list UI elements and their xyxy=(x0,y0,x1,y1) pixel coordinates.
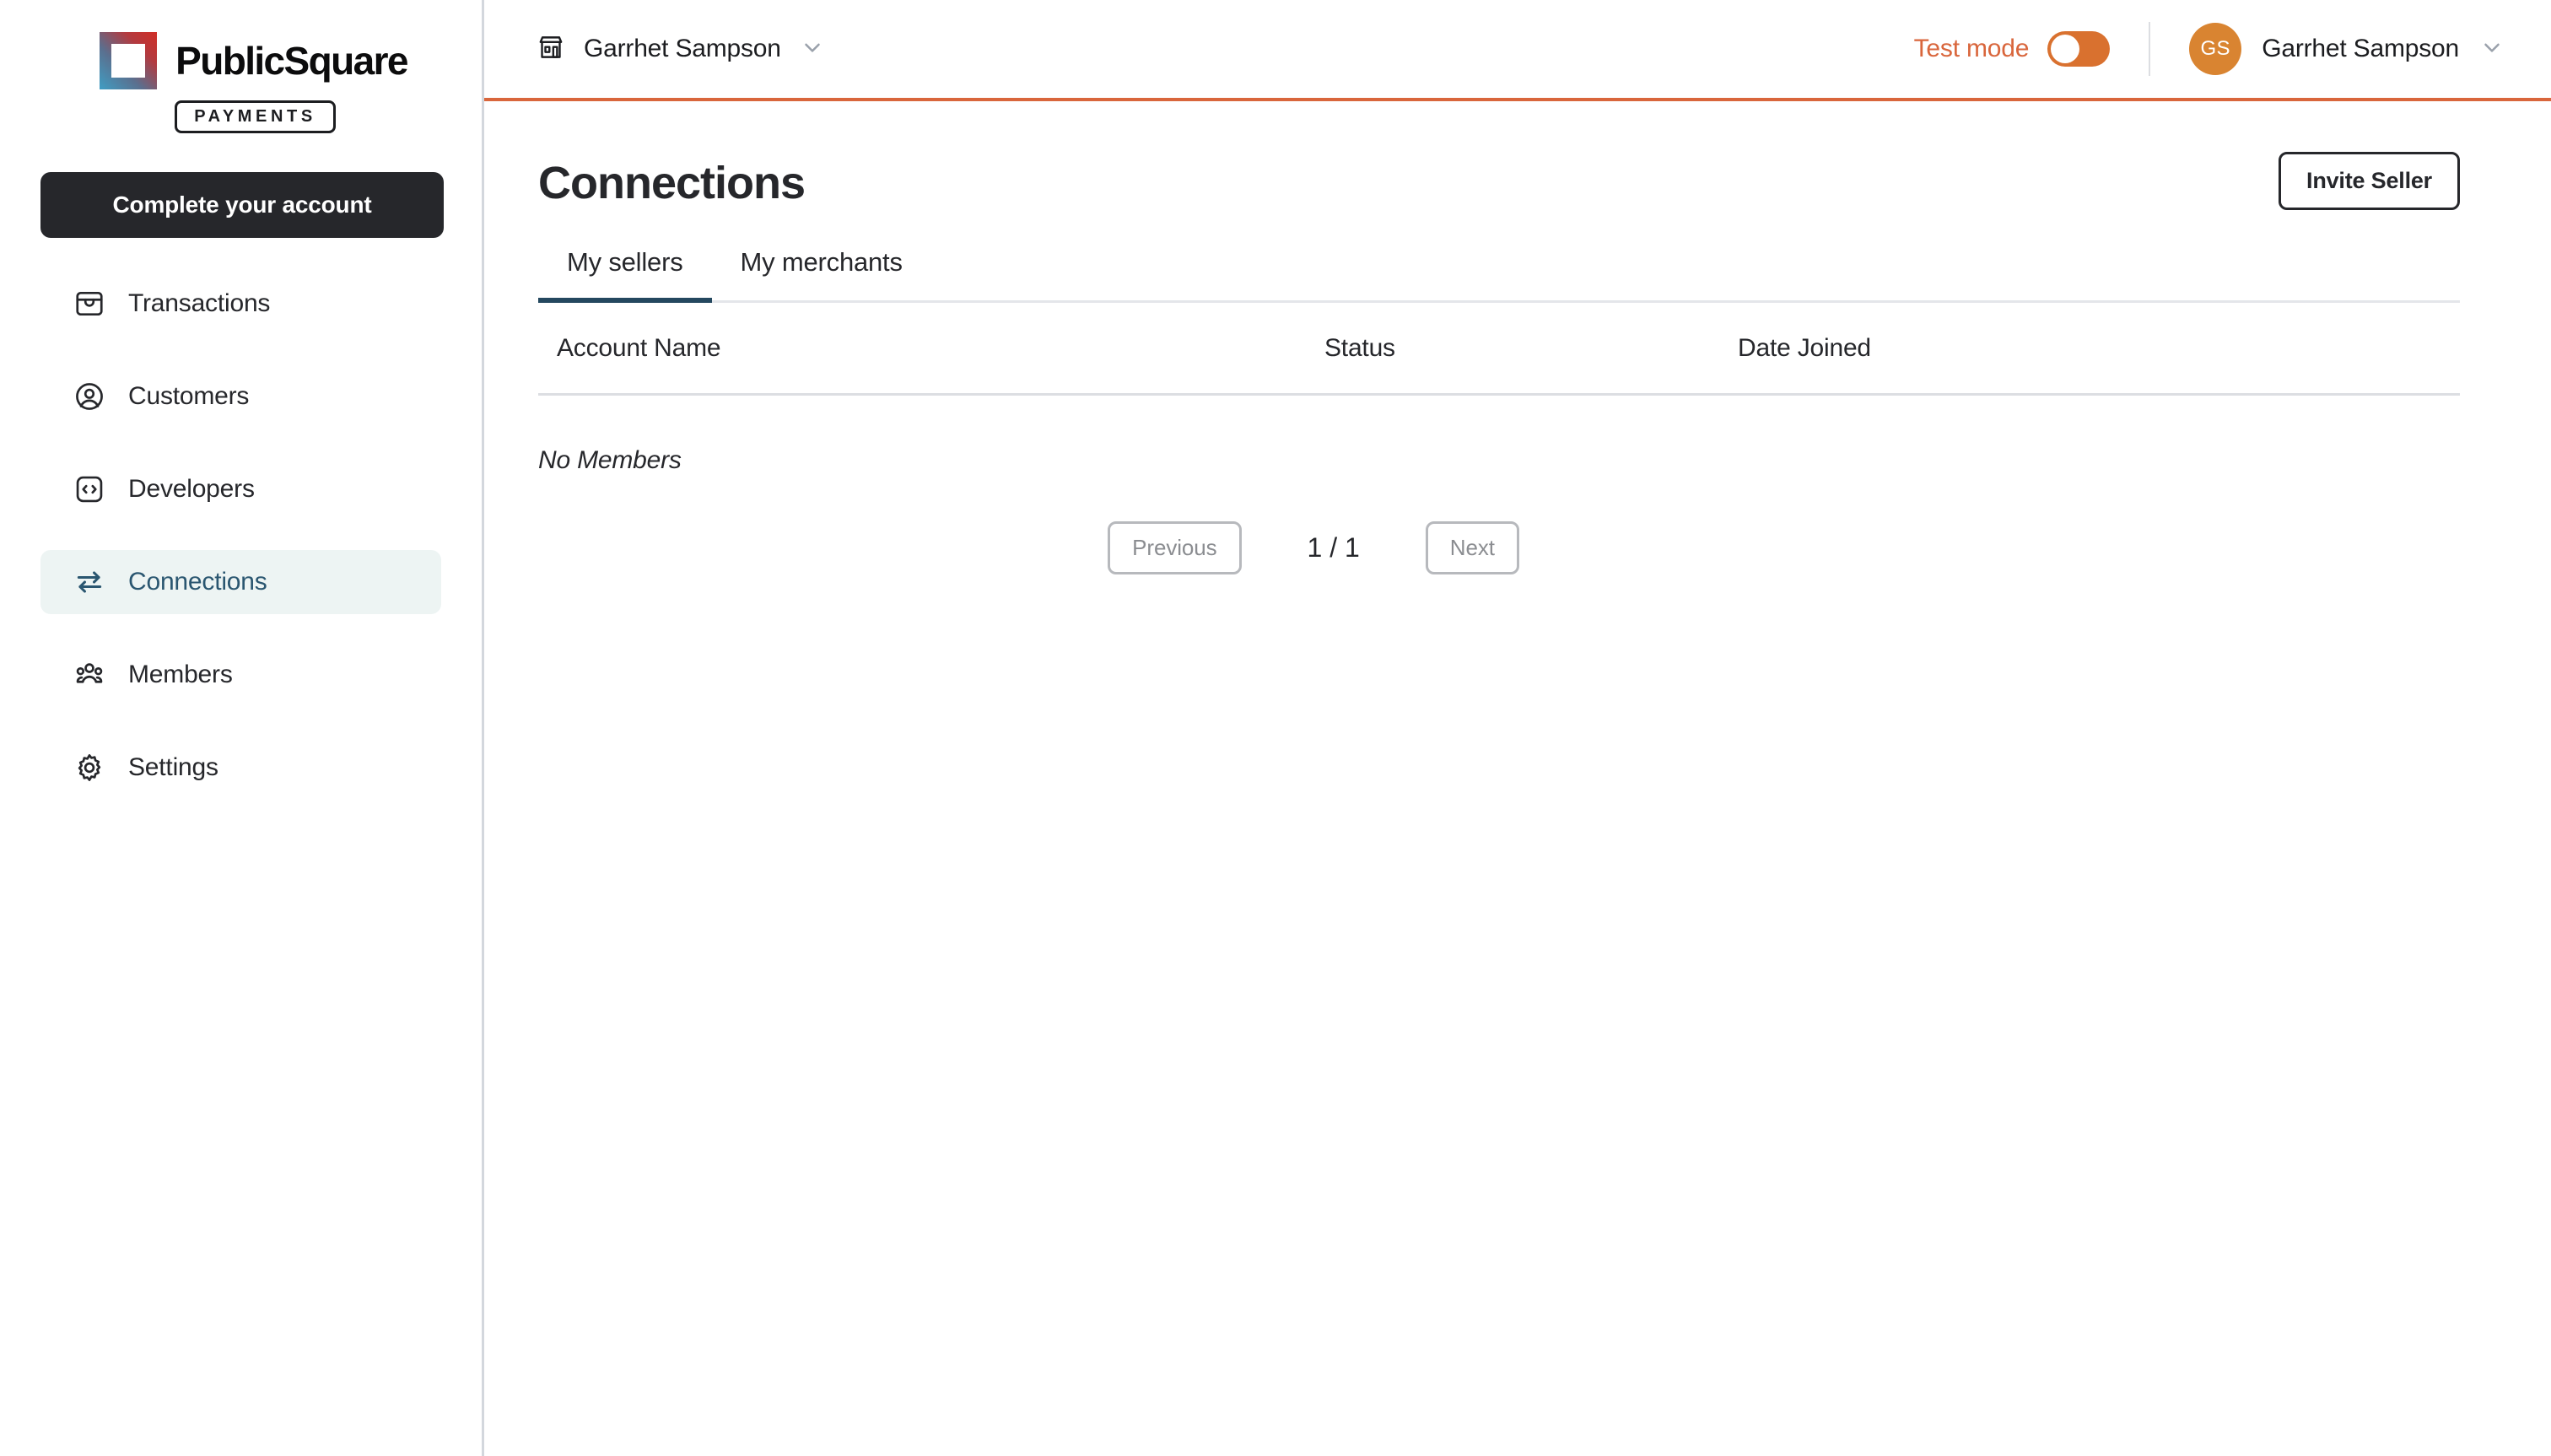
sidebar-item-label: Customers xyxy=(128,382,250,410)
store-switcher[interactable]: Garrhet Sampson xyxy=(537,33,825,66)
brand-row: PublicSquare xyxy=(100,32,408,89)
brand-name: PublicSquare xyxy=(175,39,408,83)
sidebar-item-customers[interactable]: Customers xyxy=(40,364,441,429)
gradient-square-logo-icon xyxy=(100,32,158,89)
sidebar-item-label: Developers xyxy=(128,475,255,503)
complete-your-account-button[interactable]: Complete your account xyxy=(40,172,444,238)
main-area: Garrhet Sampson Test mode GS Garrhet Sam… xyxy=(484,0,2551,1456)
previous-page-button[interactable]: Previous xyxy=(1108,521,1242,574)
chevron-down-icon xyxy=(800,35,825,64)
store-name: Garrhet Sampson xyxy=(584,35,781,62)
sidebar-item-connections[interactable]: Connections xyxy=(40,550,441,614)
topbar: Garrhet Sampson Test mode GS Garrhet Sam… xyxy=(484,0,2551,101)
column-header-status: Status xyxy=(1324,333,1395,362)
sidebar-item-label: Transactions xyxy=(128,289,271,317)
sidebar-item-settings[interactable]: Settings xyxy=(40,736,441,800)
code-brackets-icon xyxy=(73,472,106,506)
inbox-icon xyxy=(73,287,106,321)
user-name: Garrhet Sampson xyxy=(2262,35,2459,62)
sidebar-item-developers[interactable]: Developers xyxy=(40,457,441,521)
test-mode-label: Test mode xyxy=(1913,35,2030,62)
chevron-down-icon xyxy=(2479,35,2505,64)
topbar-divider xyxy=(2149,22,2151,76)
test-mode-toggle-group[interactable]: Test mode xyxy=(1914,31,2111,67)
app-root: PublicSquare PAYMENTS Complete your acco… xyxy=(0,0,2551,1456)
page-header: Connections Invite Seller xyxy=(538,152,2460,210)
toggle-knob xyxy=(2051,35,2080,63)
sidebar-item-label: Members xyxy=(128,661,233,688)
invite-seller-button[interactable]: Invite Seller xyxy=(2279,152,2460,210)
brand-logo[interactable]: PublicSquare PAYMENTS xyxy=(0,32,482,133)
tabs: My sellers My merchants xyxy=(538,247,2460,303)
test-mode-toggle[interactable] xyxy=(2047,31,2111,67)
logo-inner-square xyxy=(111,44,146,78)
users-group-icon xyxy=(73,658,106,692)
transfer-arrows-icon xyxy=(73,565,106,599)
tab-my-sellers[interactable]: My sellers xyxy=(538,247,712,303)
user-circle-icon xyxy=(73,380,106,413)
sidebar-nav: Transactions Customers Developers Connec… xyxy=(0,272,482,828)
tab-my-merchants[interactable]: My merchants xyxy=(712,247,931,303)
sidebar-item-label: Connections xyxy=(128,568,267,596)
column-header-date-joined: Date Joined xyxy=(1738,333,1871,362)
topbar-right: Test mode GS Garrhet Sampson xyxy=(1914,22,2505,76)
table-header-row: Account Name Status Date Joined xyxy=(538,303,2460,396)
sidebar: PublicSquare PAYMENTS Complete your acco… xyxy=(0,0,484,1456)
brand-badge: PAYMENTS xyxy=(175,100,336,133)
page-content: Connections Invite Seller My sellers My … xyxy=(484,101,2551,574)
sidebar-item-transactions[interactable]: Transactions xyxy=(40,272,441,336)
page-indicator: 1 / 1 xyxy=(1307,532,1360,563)
storefront-icon xyxy=(537,33,565,66)
user-menu[interactable]: GS Garrhet Sampson xyxy=(2189,23,2505,75)
column-header-account-name: Account Name xyxy=(557,333,721,362)
sidebar-item-label: Settings xyxy=(128,753,218,781)
pagination: Previous 1 / 1 Next xyxy=(538,521,2460,574)
table-empty-message: No Members xyxy=(538,446,682,474)
gear-icon xyxy=(73,751,106,785)
page-title: Connections xyxy=(538,158,806,208)
next-page-button[interactable]: Next xyxy=(1425,521,1519,574)
sidebar-item-members[interactable]: Members xyxy=(40,643,441,707)
avatar: GS xyxy=(2189,23,2242,75)
connections-table: Account Name Status Date Joined No Membe… xyxy=(538,303,2460,475)
